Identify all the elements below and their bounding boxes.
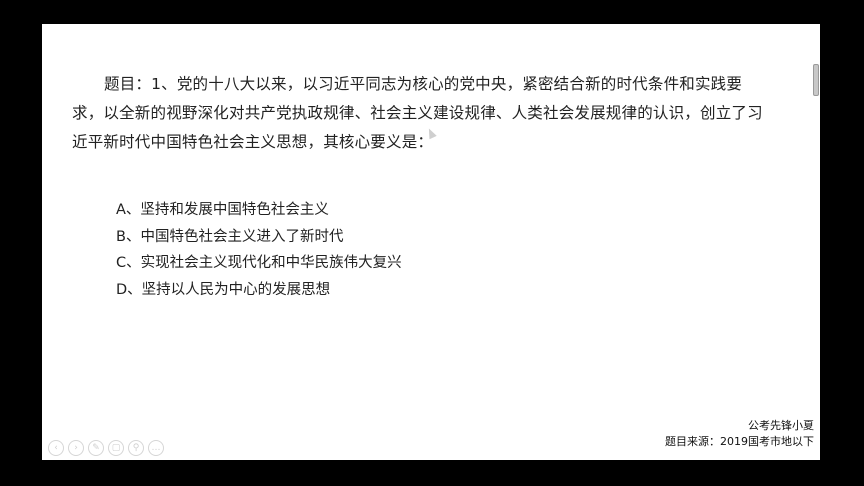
slideshow-toolbar: ‹ › ✎ ▢ ⚲ …	[48, 440, 164, 456]
option-a: A、坚持和发展中国特色社会主义	[116, 202, 329, 218]
previous-icon[interactable]: ‹	[48, 440, 64, 456]
question-text: 题目：1、党的十八大以来，以习近平同志为核心的党中央，紧密结合新的时代条件和实践…	[72, 75, 763, 151]
option-d: D、坚持以人民为中心的发展思想	[116, 281, 331, 298]
watermark-source: 题目来源：2019国考市地以下	[665, 435, 814, 448]
pen-icon[interactable]: ✎	[88, 440, 104, 456]
more-icon[interactable]: …	[148, 440, 164, 456]
answer-options: A、坚持和发展中国特色社会主义 B、中国特色社会主义进入了新时代 C、实现社会主…	[116, 197, 402, 303]
source-watermark: 公考先锋小夏 题目来源：2019国考市地以下	[665, 418, 814, 450]
next-icon[interactable]: ›	[68, 440, 84, 456]
slide-scrollbar[interactable]	[813, 64, 819, 96]
screen-icon[interactable]: ▢	[108, 440, 124, 456]
zoom-icon[interactable]: ⚲	[128, 440, 144, 456]
option-c: C、实现社会主义现代化和中华民族伟大复兴	[116, 255, 402, 271]
option-b: B、中国特色社会主义进入了新时代	[116, 228, 344, 245]
watermark-author: 公考先锋小夏	[748, 419, 814, 432]
presentation-slide: 题目：1、党的十八大以来，以习近平同志为核心的党中央，紧密结合新的时代条件和实践…	[42, 24, 820, 460]
